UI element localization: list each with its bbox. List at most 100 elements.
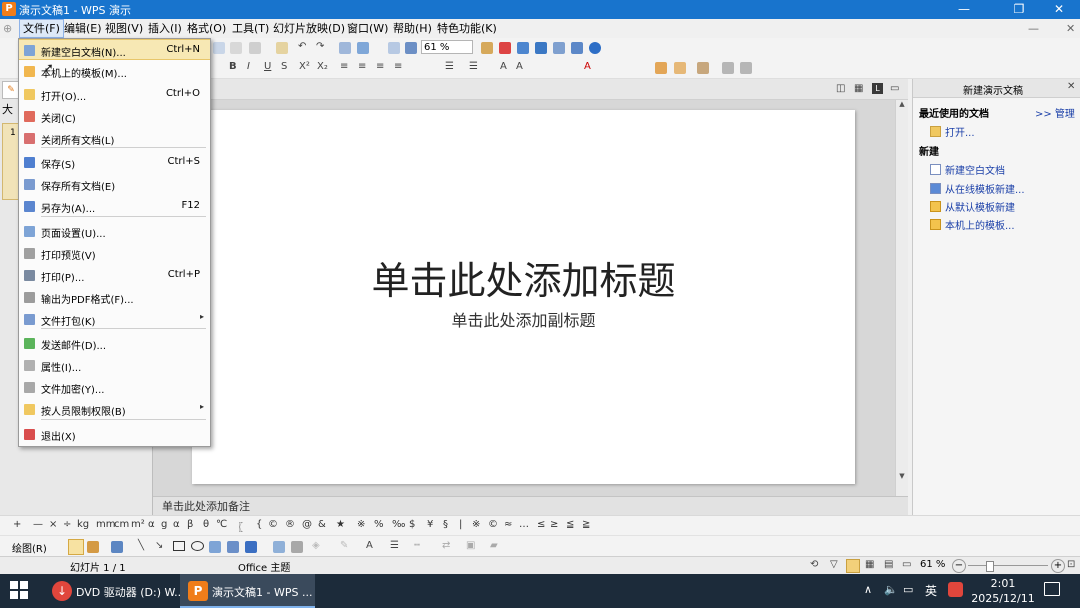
symbol-button[interactable]: & bbox=[318, 519, 326, 530]
taskbar-app-wps[interactable]: P 演示文稿1 - WPS ... bbox=[180, 574, 315, 608]
symbol-button[interactable]: © bbox=[268, 519, 278, 530]
dash-style-icon[interactable]: ┅ bbox=[414, 540, 420, 551]
file-menu-item[interactable]: 按人员限制权限(B) ▸ bbox=[19, 399, 210, 420]
task-pane-close-icon[interactable]: ✕ bbox=[1067, 81, 1075, 92]
volume-icon[interactable]: 🔈 bbox=[884, 583, 898, 596]
rectangle-icon[interactable] bbox=[173, 541, 185, 551]
vertical-textbox-icon[interactable] bbox=[227, 541, 239, 553]
3d-style-icon[interactable]: ▰ bbox=[490, 540, 498, 551]
file-menu-item[interactable]: 保存所有文档(E) bbox=[19, 174, 210, 195]
paste-icon[interactable] bbox=[249, 42, 261, 54]
symbol-button[interactable]: ℃ bbox=[216, 519, 227, 530]
fill-color-icon[interactable]: ◈ bbox=[312, 540, 320, 551]
show-grid-icon[interactable] bbox=[722, 62, 734, 74]
show-hidden-icons-icon[interactable]: ∧ bbox=[864, 583, 872, 596]
symbol-button[interactable]: © bbox=[488, 519, 498, 530]
symbol-button[interactable]: g bbox=[161, 519, 167, 530]
subscript-icon[interactable]: X₂ bbox=[317, 61, 328, 72]
redo-icon[interactable]: ↷ bbox=[316, 41, 324, 52]
zoom-slider-thumb[interactable] bbox=[986, 561, 994, 572]
zoom-slider[interactable] bbox=[968, 565, 1048, 566]
slides-tab[interactable]: 大 bbox=[2, 101, 18, 119]
zoom-in-icon[interactable]: + bbox=[1051, 559, 1065, 573]
file-menu-item[interactable]: 发送邮件(D)... bbox=[19, 333, 210, 354]
file-menu-item[interactable]: 保存(S) Ctrl+S bbox=[19, 152, 210, 173]
copy-icon[interactable] bbox=[230, 42, 242, 54]
view-slideshow-icon[interactable]: ▭ bbox=[890, 83, 899, 94]
symbol-button[interactable]: β bbox=[187, 519, 193, 530]
symbol-button[interactable]: ★ bbox=[336, 519, 345, 530]
task-pane-title[interactable]: 新建演示文稿 bbox=[913, 82, 1073, 97]
symbol-button[interactable]: ≧ bbox=[582, 519, 590, 530]
menu-view[interactable]: 视图(V) bbox=[102, 20, 146, 37]
superscript-icon[interactable]: X² bbox=[299, 61, 310, 72]
new-default-template-link[interactable]: 从默认模板新建 bbox=[930, 199, 1015, 214]
autoshapes-icon[interactable] bbox=[111, 541, 123, 553]
align-right-icon[interactable]: ≡ bbox=[376, 61, 384, 72]
file-menu-item[interactable]: 页面设置(U)... bbox=[19, 221, 210, 242]
find-icon[interactable] bbox=[481, 42, 493, 54]
symbol-button[interactable]: § bbox=[443, 519, 448, 530]
symbol-button[interactable]: α bbox=[148, 519, 155, 530]
local-template-link[interactable]: 本机上的模板... bbox=[930, 217, 1015, 232]
slide-subtitle-placeholder[interactable]: 单击此处添加副标题 bbox=[192, 307, 855, 331]
design-icon[interactable] bbox=[655, 62, 667, 74]
shadow-icon[interactable]: S bbox=[281, 61, 287, 72]
shadow-style-icon[interactable]: ▣ bbox=[466, 540, 475, 551]
menu-slideshow[interactable]: 幻灯片放映(D) bbox=[270, 20, 348, 37]
symbol-button[interactable]: | bbox=[459, 519, 462, 530]
draw-font-color-icon[interactable]: A bbox=[366, 540, 373, 551]
underline-icon[interactable]: U bbox=[264, 61, 271, 72]
file-menu-item[interactable]: 文件加密(Y)... bbox=[19, 377, 210, 398]
status-sorter-view-icon[interactable]: ▦ bbox=[865, 559, 874, 570]
file-menu-item[interactable]: 另存为(A)... F12 bbox=[19, 196, 210, 217]
symbol-button[interactable]: m² bbox=[131, 519, 145, 530]
numbering-icon[interactable]: ☰ bbox=[445, 61, 454, 72]
minimize-icon[interactable]: — bbox=[941, 0, 987, 19]
menu-insert[interactable]: 插入(I) bbox=[145, 20, 185, 37]
view-notes-icon[interactable]: L bbox=[872, 83, 883, 94]
align-left-icon[interactable]: ≡ bbox=[340, 61, 348, 72]
ruler-icon[interactable] bbox=[740, 62, 752, 74]
free-rotate-icon[interactable] bbox=[87, 541, 99, 553]
zoom-out-icon[interactable]: − bbox=[952, 559, 966, 573]
help-icon[interactable] bbox=[589, 42, 601, 54]
symbol-button[interactable]: θ bbox=[203, 519, 209, 530]
italic-icon[interactable]: I bbox=[247, 61, 250, 72]
symbol-button[interactable]: ※ bbox=[357, 519, 365, 530]
symbol-button[interactable]: ® bbox=[285, 519, 295, 530]
symbol-button[interactable]: α bbox=[173, 519, 180, 530]
symbol-button[interactable]: × bbox=[49, 519, 57, 530]
status-notes-view-icon[interactable]: ▤ bbox=[884, 559, 893, 570]
shrink-font-icon[interactable]: A bbox=[516, 61, 523, 72]
align-center-icon[interactable]: ≡ bbox=[358, 61, 366, 72]
draw-menu-button[interactable]: 绘图(R) bbox=[12, 540, 47, 555]
menu-tools[interactable]: 工具(T) bbox=[229, 20, 272, 37]
grow-font-icon[interactable]: A bbox=[500, 61, 507, 72]
symbol-button[interactable]: mm bbox=[96, 519, 115, 530]
cut-icon[interactable] bbox=[213, 42, 225, 54]
mail-toolbar-icon[interactable] bbox=[553, 42, 565, 54]
symbol-button[interactable]: 〖 bbox=[233, 519, 243, 534]
arrow-icon[interactable]: ↘ bbox=[155, 540, 163, 551]
font-color-icon[interactable]: A bbox=[584, 61, 591, 72]
line-icon[interactable]: ╲ bbox=[138, 540, 144, 551]
symbol-button[interactable]: — bbox=[33, 519, 43, 530]
view-normal-icon[interactable]: ◫ bbox=[836, 83, 845, 94]
wordart-icon[interactable] bbox=[245, 541, 257, 553]
file-menu-item[interactable]: 输出为PDF格式(F)... bbox=[19, 287, 210, 308]
symbol-button[interactable]: ¥ bbox=[427, 519, 433, 530]
menu-file[interactable]: 文件(F) bbox=[19, 19, 64, 38]
menu-edit[interactable]: 编辑(E) bbox=[61, 20, 105, 37]
line-color-icon[interactable]: ✎ bbox=[340, 540, 348, 551]
clipart-icon[interactable] bbox=[291, 541, 303, 553]
select-pointer-icon[interactable] bbox=[68, 539, 84, 555]
symbol-button[interactable]: $ bbox=[409, 519, 415, 530]
bullets-icon[interactable]: ☰ bbox=[469, 61, 478, 72]
grid-icon[interactable] bbox=[405, 42, 417, 54]
refresh-icon[interactable] bbox=[517, 42, 529, 54]
format-painter-icon[interactable] bbox=[276, 42, 288, 54]
zoom-select[interactable]: 61 % bbox=[421, 40, 473, 54]
insert-image-icon[interactable] bbox=[273, 541, 285, 553]
slide-canvas[interactable]: 单击此处添加标题 单击此处添加副标题 bbox=[192, 110, 855, 484]
